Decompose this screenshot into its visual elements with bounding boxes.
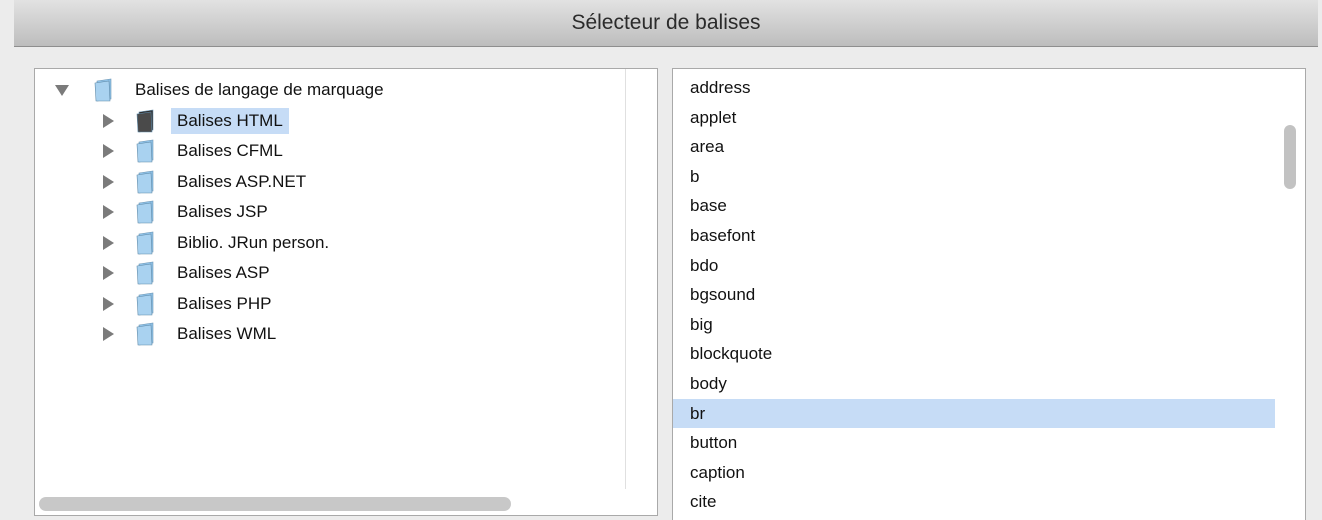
tag-list-item[interactable]: applet — [673, 103, 1275, 132]
tag-list-item[interactable]: cite — [673, 487, 1275, 516]
tag-list-item[interactable]: bgsound — [673, 280, 1275, 309]
tag-list-item[interactable]: big — [673, 310, 1275, 339]
tag-list-item[interactable]: bdo — [673, 251, 1275, 280]
tree-item[interactable]: Biblio. JRun person. — [35, 228, 625, 258]
disclosure-triangle-collapsed-icon[interactable] — [103, 113, 114, 128]
tag-list-item[interactable]: address — [673, 73, 1275, 102]
tree-item-label: Balises JSP — [177, 202, 268, 221]
tag-list-vertical-scroll-thumb[interactable] — [1284, 125, 1296, 189]
tag-list-item[interactable]: br — [673, 398, 1275, 428]
tree-item[interactable]: Balises PHP — [35, 289, 625, 319]
tag-library-tree[interactable]: Balises de langage de marquage Balises H… — [34, 68, 658, 516]
folder-icon — [135, 139, 157, 163]
tree-item[interactable]: Balises JSP — [35, 197, 625, 227]
folder-icon — [135, 292, 157, 316]
tree-item-label: Balises ASP.NET — [177, 171, 307, 191]
window-title: Sélecteur de balises — [571, 11, 761, 34]
disclosure-triangle-collapsed-icon[interactable] — [103, 296, 114, 311]
tree-item[interactable]: Balises HTML — [35, 106, 625, 136]
tree-item[interactable]: Balises ASP — [35, 258, 625, 288]
tree-item-label: Balises ASP — [177, 263, 270, 282]
tree-column-separator — [625, 69, 626, 489]
tree-horizontal-scrollbar[interactable] — [35, 491, 657, 515]
tree-item[interactable]: Balises ASP.NET — [35, 167, 625, 197]
disclosure-triangle-collapsed-icon[interactable] — [103, 266, 114, 280]
folder-icon — [135, 109, 157, 133]
folder-icon — [135, 170, 157, 194]
tag-list-item[interactable]: caption — [673, 458, 1275, 487]
tree-item-label: Biblio. JRun person. — [177, 232, 330, 252]
tree-item-label: Balises WML — [177, 324, 277, 343]
window-titlebar: Sélecteur de balises — [14, 0, 1318, 47]
tag-list-item[interactable]: basefont — [673, 221, 1275, 250]
tag-list-item[interactable]: base — [673, 191, 1275, 220]
tree-item-label: Balises CFML — [177, 141, 283, 160]
tag-list-item[interactable]: blockquote — [673, 339, 1275, 368]
disclosure-triangle-collapsed-icon[interactable] — [103, 144, 114, 158]
disclosure-triangle-collapsed-icon[interactable] — [103, 174, 114, 189]
tree-item-label: Balises PHP — [177, 293, 272, 313]
tag-list-item[interactable]: area — [673, 132, 1275, 161]
disclosure-triangle-collapsed-icon[interactable] — [103, 235, 114, 250]
tree-root-row[interactable]: Balises de langage de marquage — [35, 75, 625, 105]
disclosure-triangle-collapsed-icon[interactable] — [103, 205, 114, 219]
folder-icon — [93, 78, 115, 102]
tag-list-item[interactable]: button — [673, 428, 1275, 457]
tree-item[interactable]: Balises CFML — [35, 136, 625, 166]
tag-list-item[interactable]: body — [673, 369, 1275, 398]
folder-icon — [135, 322, 157, 346]
folder-icon — [135, 231, 157, 255]
folder-icon — [135, 261, 157, 285]
tag-list-item[interactable]: b — [673, 162, 1275, 191]
tree-item[interactable]: Balises WML — [35, 319, 625, 349]
disclosure-triangle-expanded-icon[interactable] — [55, 85, 69, 96]
tree-horizontal-scroll-thumb[interactable] — [39, 497, 511, 511]
tree-item-label: Balises HTML — [171, 107, 289, 134]
tag-list[interactable]: address applet area b base basefont bdo bgsound… — [672, 68, 1306, 520]
tree-item-label: Balises de langage de marquage — [135, 80, 384, 99]
disclosure-triangle-collapsed-icon[interactable] — [103, 327, 114, 341]
folder-icon — [135, 200, 157, 224]
